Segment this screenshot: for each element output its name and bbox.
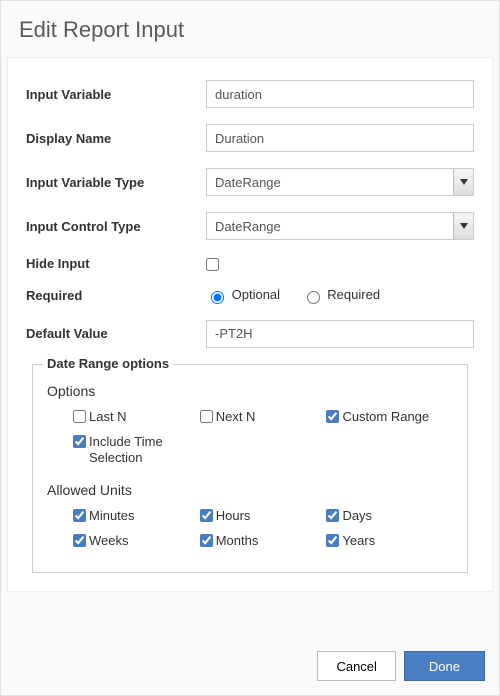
option-custom-range-checkbox[interactable] xyxy=(326,410,339,423)
unit-years[interactable]: Years xyxy=(322,533,449,550)
unit-years-checkbox[interactable] xyxy=(326,534,339,547)
row-input-variable-type: Input Variable Type DateRange xyxy=(26,168,474,196)
unit-hours-checkbox[interactable] xyxy=(200,509,213,522)
option-next-n-label: Next N xyxy=(216,409,256,425)
date-range-options-legend: Date Range options xyxy=(43,356,173,371)
unit-minutes-checkbox[interactable] xyxy=(73,509,86,522)
unit-months[interactable]: Months xyxy=(196,533,323,550)
input-control-type-value: DateRange xyxy=(207,219,453,234)
required-optional-radio[interactable] xyxy=(211,291,224,304)
unit-years-label: Years xyxy=(342,533,375,549)
units-header: Allowed Units xyxy=(47,482,453,498)
row-input-variable: Input Variable xyxy=(26,80,474,108)
input-variable-type-value: DateRange xyxy=(207,175,453,190)
row-display-name: Display Name xyxy=(26,124,474,152)
label-display-name: Display Name xyxy=(26,131,206,146)
dialog-title: Edit Report Input xyxy=(19,17,481,43)
unit-minutes[interactable]: Minutes xyxy=(69,508,196,525)
unit-weeks[interactable]: Weeks xyxy=(69,533,196,550)
required-required-radio[interactable] xyxy=(307,291,320,304)
option-custom-range[interactable]: Custom Range xyxy=(322,409,449,426)
label-hide-input: Hide Input xyxy=(26,256,206,271)
default-value-field[interactable] xyxy=(206,320,474,348)
unit-days[interactable]: Days xyxy=(322,508,449,525)
row-hide-input: Hide Input xyxy=(26,256,474,271)
option-custom-range-label: Custom Range xyxy=(342,409,429,425)
option-last-n-checkbox[interactable] xyxy=(73,410,86,423)
option-last-n-label: Last N xyxy=(89,409,127,425)
unit-hours[interactable]: Hours xyxy=(196,508,323,525)
row-required: Required Optional Required xyxy=(26,287,474,304)
row-default-value: Default Value xyxy=(26,320,474,348)
required-optional-option[interactable]: Optional xyxy=(206,287,284,302)
required-required-label: Required xyxy=(327,287,380,302)
required-required-option[interactable]: Required xyxy=(302,287,380,302)
options-grid: Last N Next N Custom Range Include Time … xyxy=(47,409,453,475)
input-variable-type-select[interactable]: DateRange xyxy=(206,168,474,196)
option-include-time-checkbox[interactable] xyxy=(73,435,86,448)
option-include-time-label: Include Time Selection xyxy=(89,434,196,467)
dialog-body: Input Variable Display Name Input Variab… xyxy=(7,57,493,592)
row-input-control-type: Input Control Type DateRange xyxy=(26,212,474,240)
display-name-field[interactable] xyxy=(206,124,474,152)
dialog-header: Edit Report Input xyxy=(1,1,499,57)
chevron-down-icon xyxy=(453,213,473,239)
cancel-button[interactable]: Cancel xyxy=(317,651,395,681)
label-input-control-type: Input Control Type xyxy=(26,219,206,234)
unit-months-checkbox[interactable] xyxy=(200,534,213,547)
label-input-variable-type: Input Variable Type xyxy=(26,175,206,190)
dialog-footer: Cancel Done xyxy=(1,637,499,695)
chevron-down-icon xyxy=(453,169,473,195)
label-default-value: Default Value xyxy=(26,326,206,341)
input-control-type-select[interactable]: DateRange xyxy=(206,212,474,240)
edit-report-input-dialog: Edit Report Input Input Variable Display… xyxy=(0,0,500,696)
hide-input-checkbox[interactable] xyxy=(206,258,219,271)
done-button[interactable]: Done xyxy=(404,651,485,681)
unit-months-label: Months xyxy=(216,533,259,549)
unit-days-label: Days xyxy=(342,508,372,524)
label-input-variable: Input Variable xyxy=(26,87,206,102)
date-range-options-fieldset: Date Range options Options Last N Next N… xyxy=(32,364,468,574)
unit-minutes-label: Minutes xyxy=(89,508,135,524)
unit-weeks-label: Weeks xyxy=(89,533,129,549)
options-header: Options xyxy=(47,383,453,399)
option-next-n-checkbox[interactable] xyxy=(200,410,213,423)
required-optional-label: Optional xyxy=(232,287,280,302)
unit-weeks-checkbox[interactable] xyxy=(73,534,86,547)
option-include-time[interactable]: Include Time Selection xyxy=(69,434,196,467)
option-next-n[interactable]: Next N xyxy=(196,409,323,426)
unit-hours-label: Hours xyxy=(216,508,251,524)
unit-days-checkbox[interactable] xyxy=(326,509,339,522)
option-last-n[interactable]: Last N xyxy=(69,409,196,426)
units-grid: Minutes Hours Days Weeks Months xyxy=(47,508,453,558)
input-variable-field[interactable] xyxy=(206,80,474,108)
label-required: Required xyxy=(26,288,206,303)
